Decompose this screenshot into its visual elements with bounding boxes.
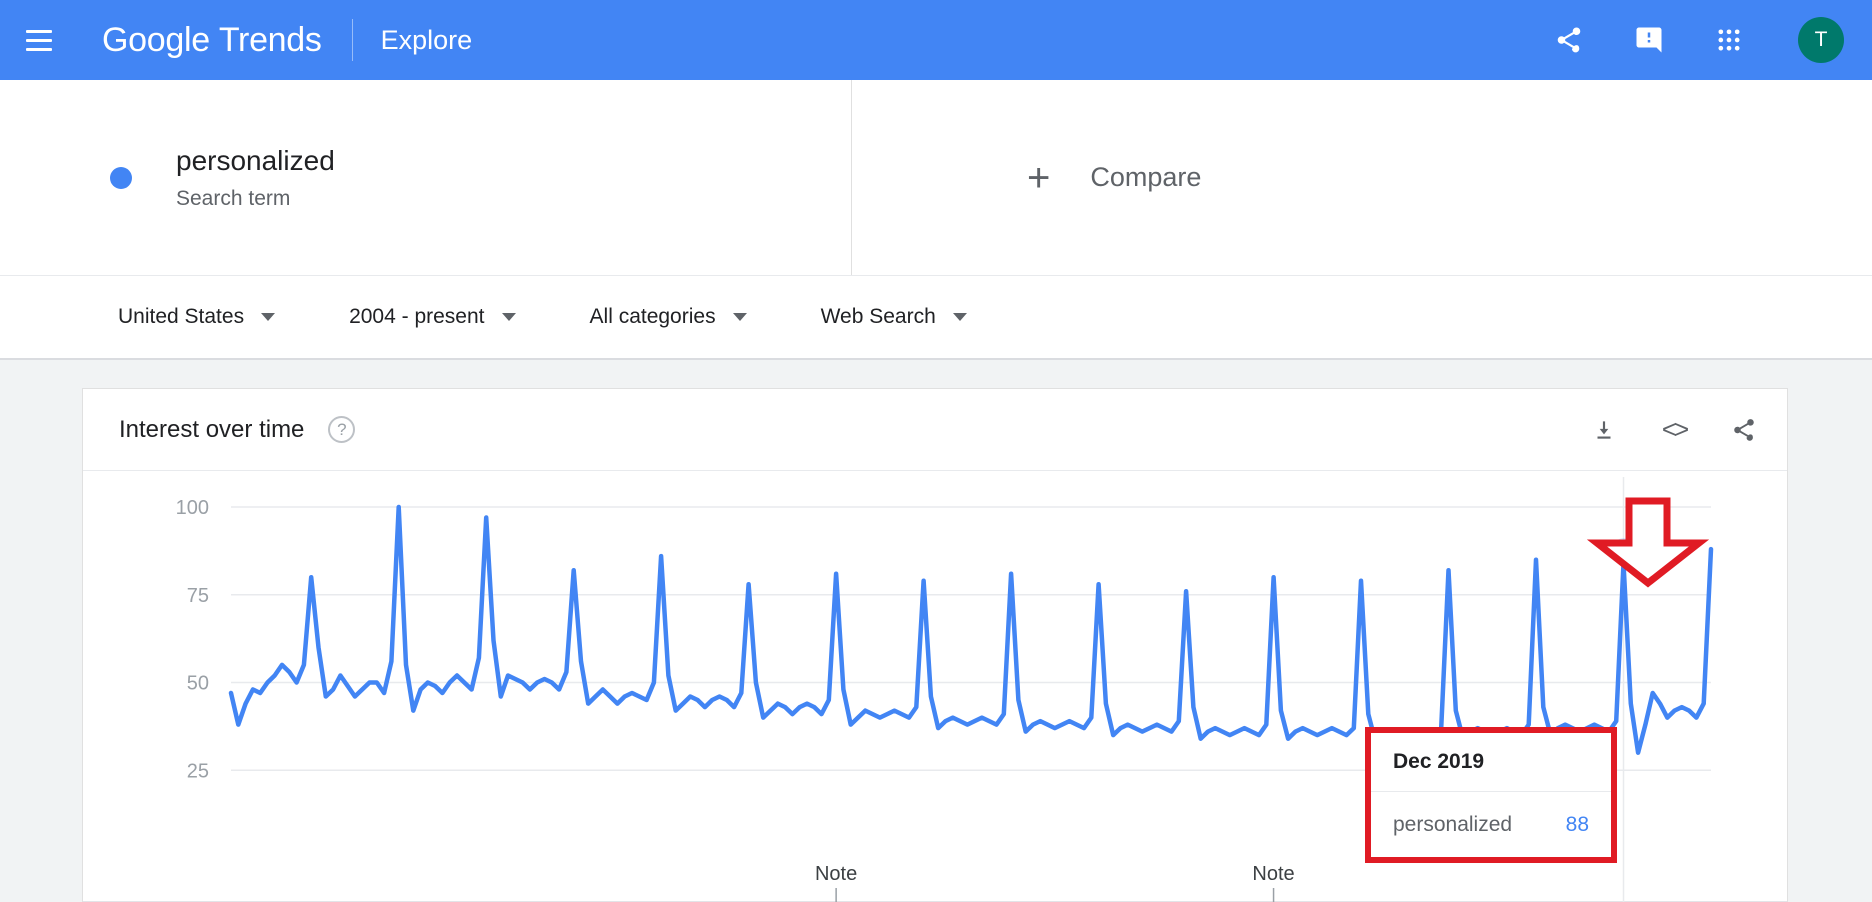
share-icon[interactable]: [1729, 415, 1759, 445]
search-term-type: Search term: [176, 187, 335, 211]
download-icon[interactable]: [1589, 415, 1619, 445]
brand-logo[interactable]: Google Trends: [102, 21, 322, 60]
card-header: Interest over time ? <>: [83, 389, 1787, 471]
filter-location-label: United States: [118, 305, 244, 329]
app-bar-divider: [352, 19, 353, 61]
app-bar: Google Trends Explore T: [0, 0, 1872, 80]
explore-title: Explore: [381, 25, 473, 56]
app-bar-actions: T: [1552, 17, 1844, 63]
filter-time-range-label: 2004 - present: [349, 305, 484, 329]
svg-text:Note: Note: [815, 863, 857, 885]
brand-google-text: Google: [102, 21, 210, 60]
plus-icon: +: [1027, 158, 1050, 198]
chevron-down-icon: [733, 313, 747, 321]
svg-text:50: 50: [187, 673, 209, 695]
compare-label: Compare: [1090, 162, 1201, 193]
filter-search-type[interactable]: Web Search: [821, 305, 967, 329]
chart-tooltip: Dec 2019 personalized 88: [1370, 731, 1612, 859]
tooltip-series-name: personalized: [1393, 813, 1512, 837]
embed-code-icon[interactable]: <>: [1659, 415, 1689, 445]
tooltip-row: personalized 88: [1371, 792, 1611, 858]
avatar[interactable]: T: [1798, 17, 1844, 63]
search-term-text: personalized Search term: [176, 144, 335, 211]
filter-category-label: All categories: [590, 305, 716, 329]
help-circle-icon[interactable]: ?: [328, 416, 355, 443]
filter-bar: United States 2004 - present All categor…: [0, 276, 1872, 360]
chevron-down-icon: [502, 313, 516, 321]
share-icon[interactable]: [1552, 23, 1586, 57]
brand-trends-text: Trends: [219, 21, 322, 60]
series-color-dot: [110, 167, 132, 189]
search-term-row: personalized Search term + Compare: [0, 80, 1872, 276]
filter-search-type-label: Web Search: [821, 305, 936, 329]
filter-location[interactable]: United States: [118, 305, 275, 329]
tooltip-date: Dec 2019: [1393, 750, 1484, 774]
search-term-cell[interactable]: personalized Search term: [0, 80, 852, 275]
chevron-down-icon: [261, 313, 275, 321]
svg-text:Note: Note: [1252, 863, 1294, 885]
apps-grid-icon[interactable]: [1712, 23, 1746, 57]
filter-time-range[interactable]: 2004 - present: [349, 305, 515, 329]
filter-category[interactable]: All categories: [590, 305, 747, 329]
page-title: Interest over time: [119, 416, 304, 444]
hamburger-menu-icon[interactable]: [26, 23, 60, 57]
tooltip-value: 88: [1566, 813, 1589, 837]
feedback-icon[interactable]: [1632, 23, 1666, 57]
tooltip-header: Dec 2019: [1371, 732, 1611, 792]
search-term-value: personalized: [176, 144, 335, 178]
add-comparison-button[interactable]: + Compare: [852, 80, 1872, 275]
svg-text:75: 75: [187, 585, 209, 607]
chevron-down-icon: [953, 313, 967, 321]
card-toolbar: <>: [1589, 415, 1759, 445]
svg-text:100: 100: [176, 497, 209, 519]
svg-text:25: 25: [187, 760, 209, 782]
